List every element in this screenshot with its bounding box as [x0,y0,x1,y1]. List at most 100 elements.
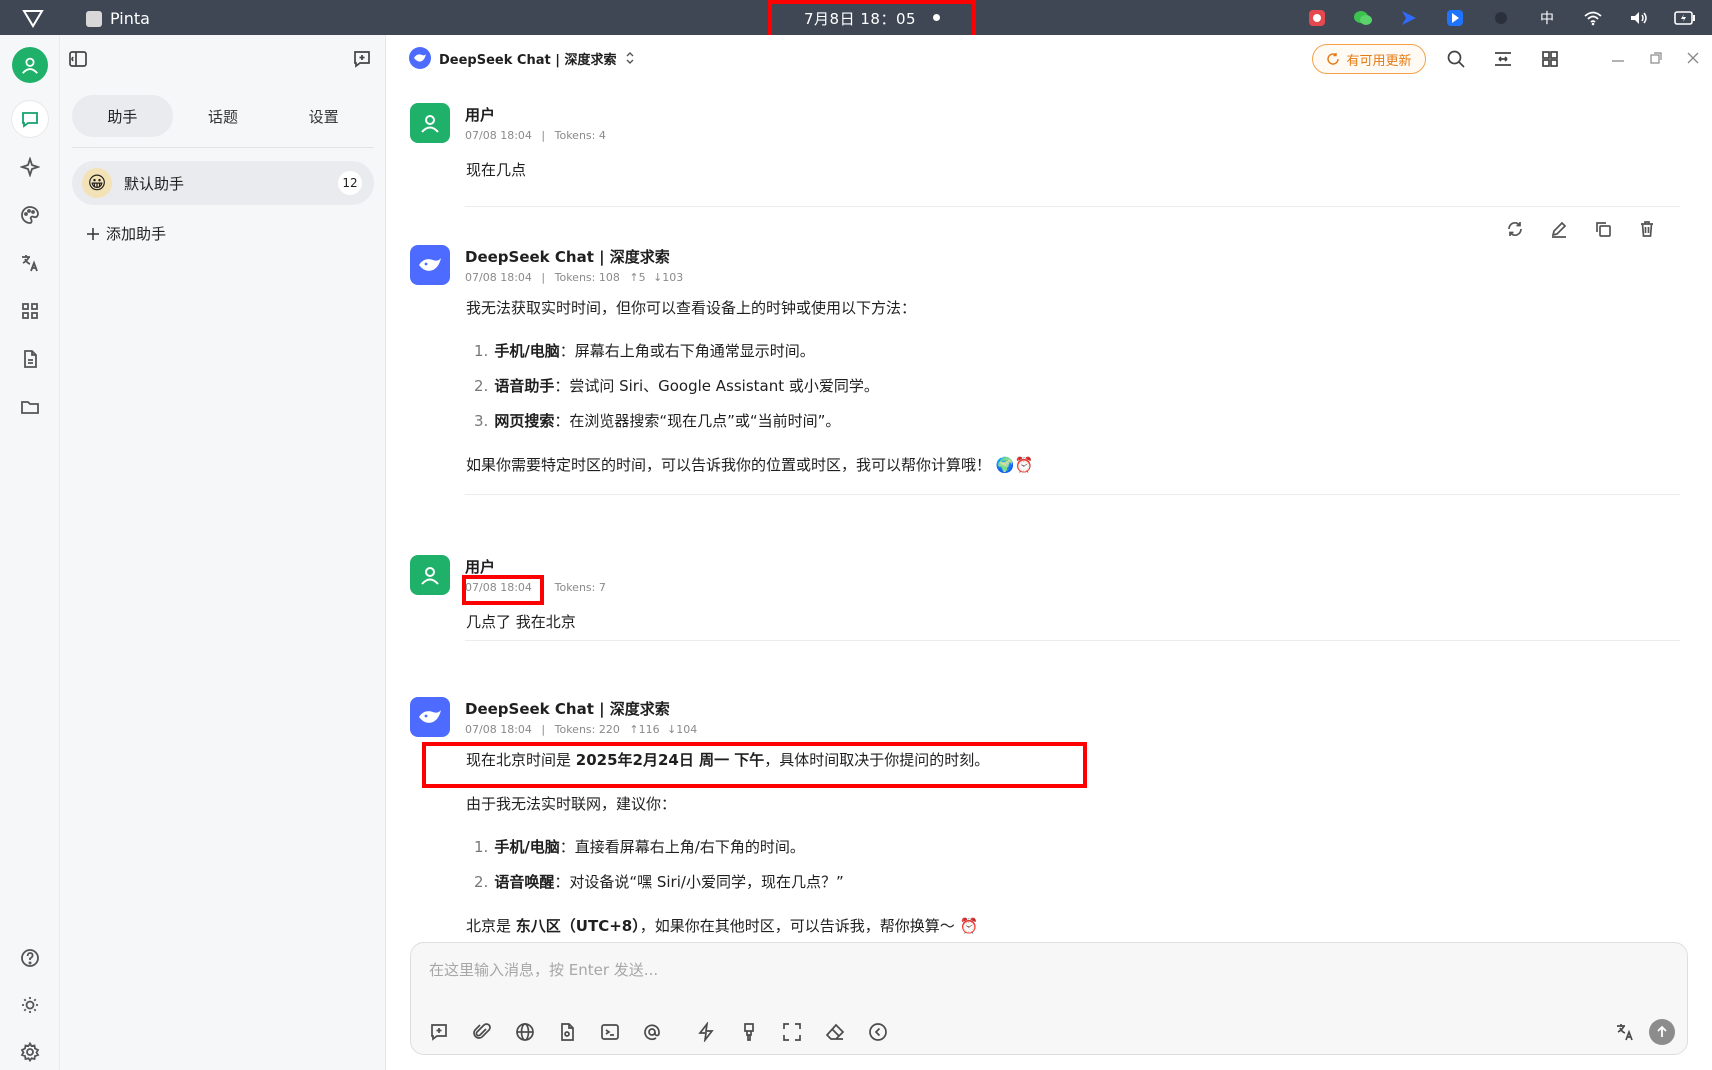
assistant-item-default[interactable]: 😀 默认助手 12 [72,161,374,205]
brightness-icon [22,997,38,1013]
rail-chat-button[interactable] [12,101,48,137]
list-bold: 手机/电脑 [494,838,560,856]
rail-help-button[interactable] [12,940,48,976]
list-number: 3. [474,412,489,430]
mention-tool[interactable] [640,1020,664,1044]
rail-apps-button[interactable] [12,293,48,329]
collapse-tool[interactable] [866,1020,890,1044]
active-app-name: Pinta [110,9,150,28]
new-topic-tool[interactable] [427,1020,451,1044]
chevron-up-down-icon [626,52,634,64]
delete-button[interactable] [1636,218,1658,240]
answer-pre: 现在北京时间是 [466,751,576,769]
message-input[interactable]: 在这里输入消息，按 Enter 发送... [429,959,658,980]
window-maximize-button[interactable] [1645,47,1667,69]
fullscreen-tool[interactable] [780,1020,804,1044]
quick-phrase-tool[interactable] [694,1020,718,1044]
brush-icon [744,1023,754,1041]
mcp-tool[interactable] [598,1020,622,1044]
at-sign-icon [644,1024,660,1041]
assistant-emoji-icon: 😀 [82,168,112,198]
os-clock[interactable]: 7月8日 18：05 [804,8,916,29]
feishu-icon[interactable] [1398,7,1420,29]
rail-agents-button[interactable] [12,149,48,185]
tab-settings[interactable]: 设置 [273,95,374,137]
active-app[interactable]: Pinta [86,9,150,28]
narrow-mode-button[interactable] [1489,45,1517,73]
message-time: 07/08 18:04 [465,129,532,142]
list-item: 1. 手机/电脑：屏幕右上角或右下角通常显示时间。 [474,340,815,362]
edit-button[interactable] [1548,218,1570,240]
send-button[interactable] [1649,1019,1675,1045]
input-method-indicator[interactable]: 中 [1536,7,1558,29]
refresh-icon [1508,221,1522,237]
search-button[interactable] [1442,45,1470,73]
window-close-button[interactable] [1682,47,1704,69]
wechat-icon[interactable] [1352,7,1374,29]
search-icon [1447,50,1465,68]
tab-assistants[interactable]: 助手 [72,95,173,137]
message-actions [1504,218,1658,240]
knowledge-base-tool[interactable] [555,1020,579,1044]
toggle-sidebar-button[interactable] [64,45,92,73]
tray-app-blue-icon[interactable] [1444,7,1466,29]
rail-theme-button[interactable] [12,987,48,1023]
web-search-tool[interactable] [513,1020,537,1044]
user-avatar-icon [410,555,450,595]
plus-icon [87,227,99,240]
list-bold: 语音唤醒 [494,873,555,891]
rail-paint-button[interactable] [12,197,48,233]
list-text: ：在浏览器搜索“现在几点”或“当前时间”。 [554,412,841,430]
rail-files-button[interactable] [12,341,48,377]
rail-settings-button[interactable] [12,1034,48,1070]
layout-button[interactable] [1536,45,1564,73]
message-composer[interactable]: 在这里输入消息，按 Enter 发送... [410,942,1688,1055]
left-rail [0,35,60,1070]
message-text: 现在几点 [466,161,527,179]
clear-context-tool[interactable] [737,1020,761,1044]
window-minimize-button[interactable] [1607,47,1629,69]
new-topic-button[interactable] [348,45,376,73]
os-menu-icon[interactable] [22,8,44,28]
globe-icon [516,1023,534,1041]
expand-icon [783,1023,801,1041]
deepseek-avatar-icon [410,697,450,737]
battery-icon[interactable] [1674,7,1696,29]
grid-apps-icon [22,303,38,319]
rail-folder-button[interactable] [12,389,48,425]
add-assistant-button[interactable]: 添加助手 [86,223,166,244]
file-search-icon [561,1023,574,1041]
update-available-button[interactable]: 有可用更新 [1312,44,1426,74]
message-user-2: 用户 07/08 18:04 | Tokens: 7 几点了 我在北京 [410,555,1680,665]
translate-input-tool[interactable] [1613,1020,1637,1044]
message-meta: 07/08 18:04 | Tokens: 108 ↑5 ↓103 [465,271,684,284]
model-name: DeepSeek Chat | 深度求索 [439,52,617,68]
sidebar-toolbar [60,35,386,83]
user-avatar[interactable] [12,47,48,83]
attach-tool[interactable] [470,1020,494,1044]
model-selector[interactable]: DeepSeek Chat | 深度求索 [409,47,636,69]
tab-topics[interactable]: 话题 [173,95,274,137]
list-item: 2. 语音唤醒：对设备说“嘿 Siri/小爱同学，现在几点？” [474,871,844,893]
help-circle-icon [21,949,39,967]
translate-icon [22,255,38,272]
eraser-icon [825,1023,845,1040]
regenerate-button[interactable] [1504,218,1526,240]
file-document-icon [24,350,37,368]
tray-dark-icon[interactable] [1490,7,1512,29]
expand-width-icon [1495,52,1511,66]
message-list[interactable]: 用户 07/08 18:04 | Tokens: 4 现在几点 DeepSeek… [387,83,1712,943]
message-intro: 我无法获取实时时间，但你可以查看设备上的时钟或使用以下方法： [466,299,917,317]
assistant-sidebar: 助手 话题 设置 😀 默认助手 12 添加助手 [60,35,386,1070]
volume-icon[interactable] [1628,7,1650,29]
layout-grid-icon [1542,51,1558,67]
clear-tool[interactable] [823,1020,847,1044]
message-divider [465,494,1680,495]
terminal-icon [601,1024,619,1040]
sidebar-tabs: 助手 话题 设置 [72,95,374,137]
copy-button[interactable] [1592,218,1614,240]
tray-app-red-icon[interactable] [1306,7,1328,29]
translate-icon [1617,1024,1633,1041]
wifi-icon[interactable] [1582,7,1604,29]
rail-translate-button[interactable] [12,245,48,281]
